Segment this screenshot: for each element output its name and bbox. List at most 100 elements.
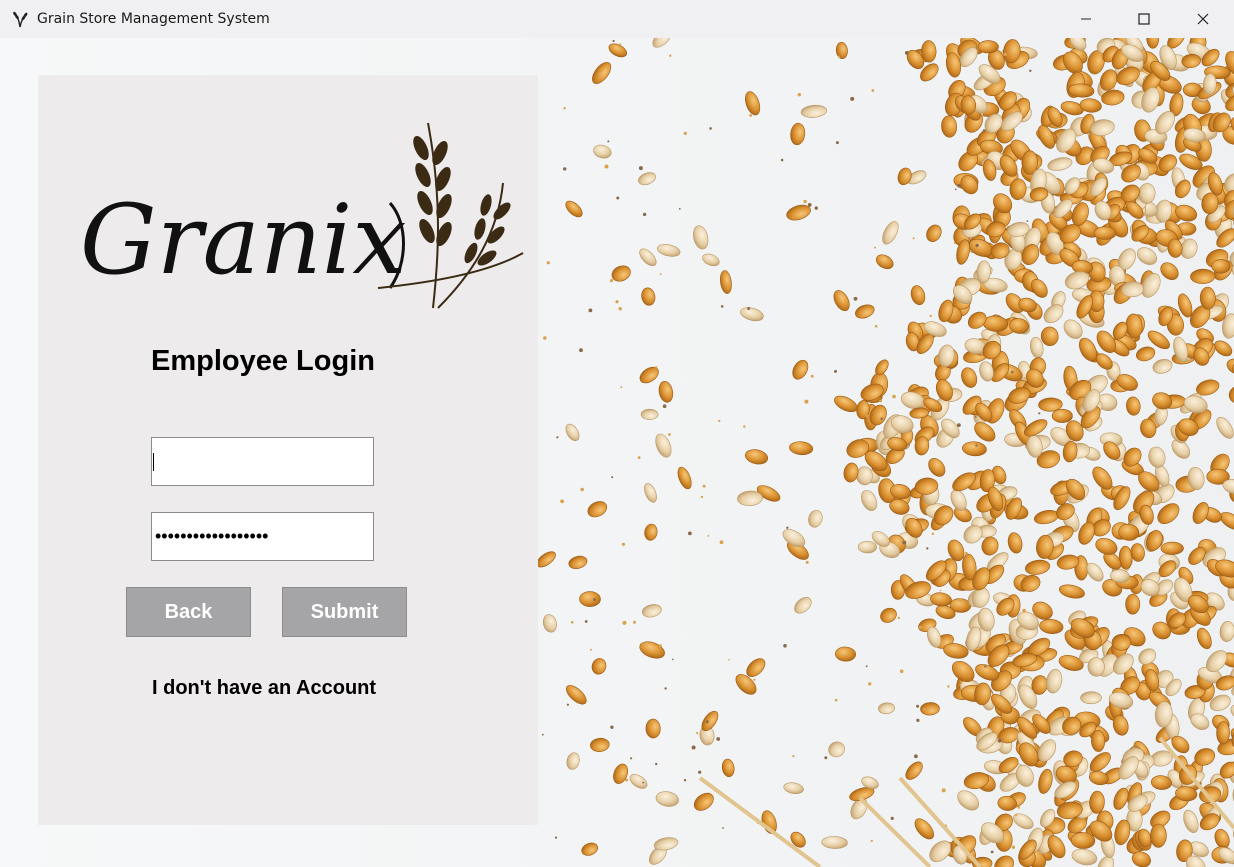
grain	[1150, 823, 1167, 848]
grain-speck	[958, 598, 962, 602]
grain-speck	[810, 374, 814, 378]
client-area: Granix Employee Login ••••••••••••••••••…	[0, 38, 1234, 867]
grain-speck	[719, 540, 724, 545]
grain-speck	[1011, 370, 1014, 374]
grain-speck	[716, 737, 721, 741]
grain-speck	[720, 305, 724, 308]
grain-speck	[874, 324, 878, 328]
grain	[1160, 541, 1184, 555]
grain-speck	[1011, 845, 1016, 849]
grain-speck	[630, 757, 633, 760]
grain-speck	[579, 348, 583, 353]
grain-speck	[912, 237, 915, 240]
maximize-button[interactable]	[1115, 0, 1173, 38]
grain-speck	[642, 212, 647, 217]
grain-speck	[964, 551, 968, 555]
minimize-button[interactable]	[1057, 0, 1115, 38]
grain-speck	[899, 669, 904, 674]
grain-speck	[850, 96, 855, 101]
grain-speck	[654, 366, 658, 369]
grain-speck	[786, 526, 789, 529]
grain-speck	[642, 781, 645, 784]
grain-speck	[669, 54, 672, 57]
grain-speck	[563, 167, 567, 171]
grain	[977, 40, 999, 54]
no-account-link[interactable]: I don't have an Account	[152, 677, 376, 700]
grain-speck	[588, 308, 593, 313]
grain-speck	[975, 444, 978, 447]
grain	[640, 408, 659, 420]
grain-speck	[609, 279, 614, 283]
grain-speck	[1009, 316, 1014, 320]
grain-speck	[974, 416, 977, 418]
login-panel: Granix Employee Login ••••••••••••••••••…	[38, 75, 538, 825]
grain	[1051, 408, 1073, 423]
grain-speck	[702, 484, 706, 488]
grain-speck	[792, 755, 795, 758]
grain	[1125, 593, 1141, 615]
grain-speck	[835, 141, 839, 145]
grain-speck	[700, 495, 704, 499]
grain-speck	[612, 39, 615, 43]
password-input[interactable]	[151, 512, 374, 561]
grain-speck	[618, 307, 622, 311]
grain-speck	[914, 754, 918, 759]
grain-speck	[672, 658, 674, 661]
grain-speck	[916, 704, 920, 708]
grain-speck	[868, 682, 872, 686]
grain-speck	[615, 300, 619, 304]
grain-speck	[610, 725, 614, 729]
grain-speck	[589, 648, 592, 651]
grain-speck	[622, 620, 627, 625]
submit-button[interactable]: Submit	[282, 587, 407, 637]
grain-speck	[939, 589, 942, 592]
grain-speck	[664, 687, 667, 690]
close-button[interactable]	[1174, 0, 1232, 38]
grain-speck	[997, 738, 1002, 743]
grain-speck	[897, 616, 900, 620]
grain-speck	[929, 314, 932, 317]
grain-speck	[718, 419, 721, 422]
maximize-icon	[1138, 13, 1150, 25]
login-heading: Employee Login	[151, 345, 375, 377]
grain-speck	[1003, 52, 1008, 57]
grain-speck	[853, 296, 858, 301]
grain-speck	[698, 770, 702, 774]
grain-speck	[728, 659, 730, 661]
grain-speck	[1028, 705, 1032, 709]
grain-speck	[584, 620, 588, 623]
grain-speck	[880, 417, 883, 420]
grain-speck	[957, 423, 961, 427]
grain-speck	[743, 425, 746, 428]
minimize-icon	[1081, 18, 1091, 20]
username-input[interactable]	[151, 437, 374, 486]
back-button[interactable]: Back	[126, 587, 251, 637]
grain-speck	[941, 788, 946, 793]
grain-speck	[780, 158, 784, 162]
grain-speck	[546, 261, 550, 265]
grain-speck	[541, 733, 544, 736]
grain-speck	[954, 188, 957, 191]
grain-speck	[982, 129, 986, 132]
grain-speck	[570, 621, 574, 624]
logo-text: Granix	[80, 184, 406, 296]
grain-speck	[797, 93, 801, 97]
grain-speck	[621, 542, 626, 546]
grain-speck	[904, 51, 909, 55]
grain-speck	[668, 433, 671, 436]
grain-speck	[865, 414, 869, 418]
grain-speck	[659, 273, 662, 276]
grain-speck	[892, 394, 896, 399]
grain-speck	[1029, 69, 1032, 72]
grain-speck	[838, 55, 841, 58]
wheat-icon	[13, 11, 28, 28]
grain	[1093, 226, 1117, 240]
close-icon	[1197, 13, 1209, 25]
grain-speck	[619, 43, 622, 46]
grain-speck	[990, 850, 994, 854]
grain-speck	[611, 476, 614, 479]
grain-speck	[688, 531, 692, 536]
grain-speck	[1022, 608, 1026, 613]
grain-speck	[1038, 412, 1041, 415]
grain-speck	[902, 540, 907, 545]
